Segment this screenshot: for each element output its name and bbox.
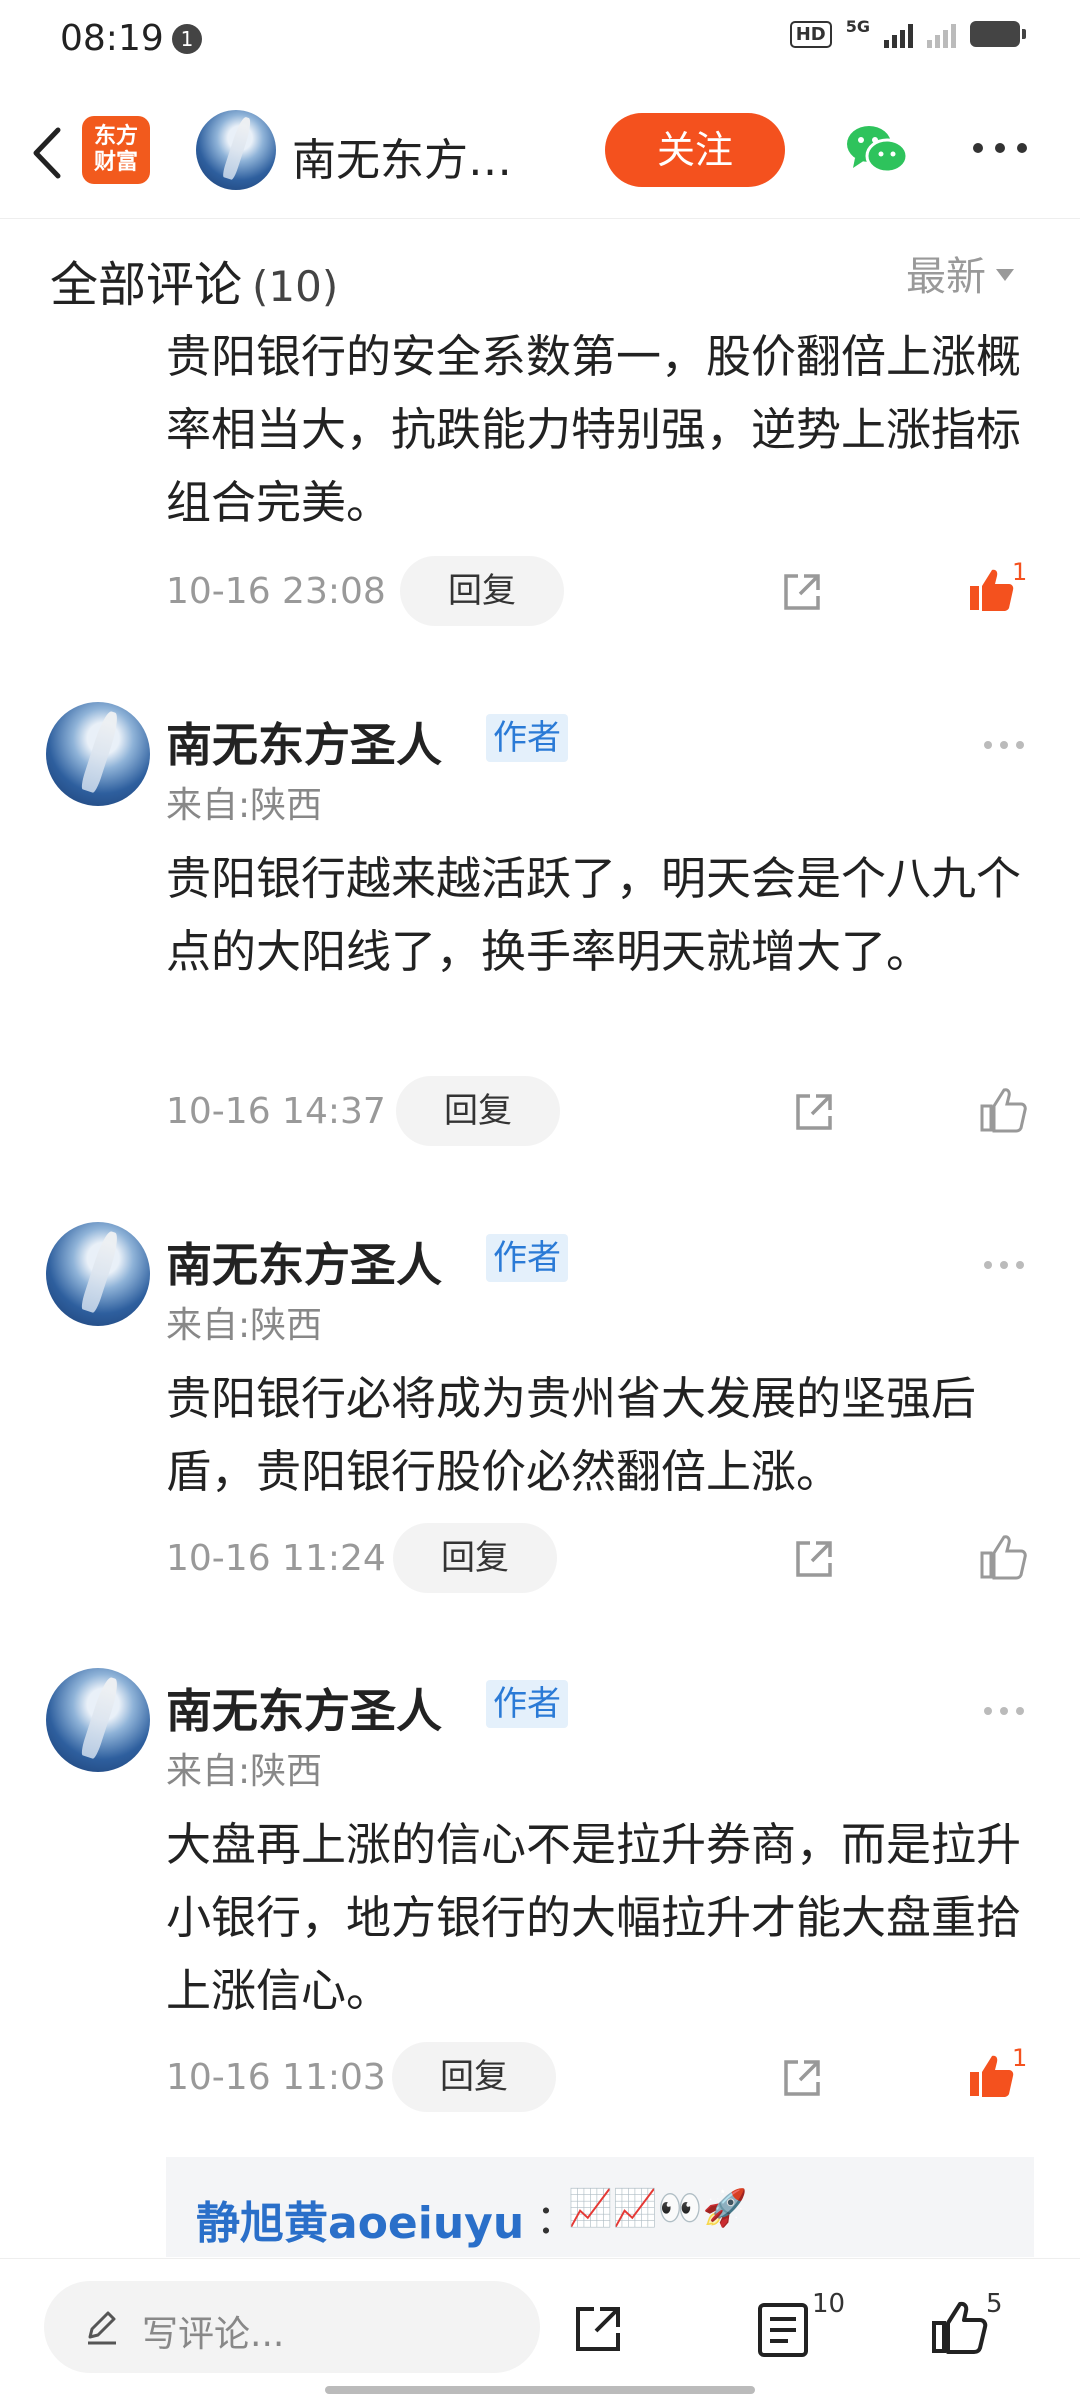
reply-button[interactable]: 回复 [396,1076,560,1146]
commenter-name[interactable]: 南无东方圣人 [166,1675,442,1741]
commenter-location: 来自:陕西 [166,1305,323,1346]
like-count: 1 [1012,558,1028,586]
notification-badge: 1 [172,24,202,54]
caret-down-icon [996,269,1014,281]
sub-reply-username[interactable]: 静旭黄aoeiuyu [196,2187,524,2251]
sub-reply-box[interactable]: 静旭黄aoeiuyu ： 📈📈👀🚀 [166,2157,1034,2257]
share-icon[interactable] [778,568,826,616]
app-logo-line2: 财富 [93,150,138,175]
likes-total-count: 5 [986,2289,1003,2319]
commenter-avatar[interactable] [46,702,150,806]
share-icon[interactable] [790,1088,838,1136]
comment-time: 10-16 11:24 [166,1538,386,1579]
status-bar: 08:19 1 HD 5G [0,0,1080,80]
wechat-icon[interactable] [845,122,909,178]
author-name[interactable]: 南无东方… [292,124,512,188]
share-icon[interactable] [570,2301,626,2357]
bottom-action-bar: 写评论... 10 5 [0,2258,1080,2401]
commenter-avatar[interactable] [46,1222,150,1326]
app-logo[interactable]: 东方 财富 [82,116,150,184]
like-icon[interactable] [978,1086,1028,1136]
commenter-location: 来自:陕西 [166,785,323,826]
like-icon[interactable] [930,2299,988,2357]
author-badge: 作者 [486,1234,568,1282]
sort-dropdown[interactable]: 最新 [906,244,1014,302]
sub-reply-content: 📈📈👀🚀 [568,2188,748,2229]
author-badge: 作者 [486,714,568,762]
comment-content: 贵阳银行的安全系数第一，股价翻倍上涨概率相当大，抗跌能力特别强，逆势上涨指标组合… [166,330,1022,529]
reply-button[interactable]: 回复 [400,556,564,626]
comment-content: 大盘再上涨的信心不是拉升券商，而是拉升小银行，地方银行的大幅拉升才能大盘重拾上涨… [166,1818,1022,2017]
like-icon[interactable] [978,1533,1028,1583]
signal-2-icon [927,20,956,48]
comments-title-text: 全部评论 [50,257,243,313]
comment-content: 贵阳银行必将成为贵州省大发展的坚强后盾，贵阳银行股价必然翻倍上涨。 [166,1372,977,1498]
comments-total-count: 10 [812,2289,846,2319]
like-count: 1 [1012,2044,1028,2072]
commenter-name[interactable]: 南无东方圣人 [166,1229,442,1295]
commenter-location: 来自:陕西 [166,1751,323,1792]
comment-placeholder: 写评论... [142,2314,285,2355]
comment-more-icon[interactable] [984,734,1032,749]
comments-list-icon[interactable] [756,2301,810,2359]
comment-time: 10-16 23:08 [166,571,386,612]
share-icon[interactable] [778,2054,826,2102]
status-icons: HD 5G [789,16,1026,48]
app-logo-line1: 东方 [93,124,138,149]
pen-icon [88,2311,116,2345]
status-time: 08:19 [60,18,164,59]
comment-time: 10-16 11:03 [166,2057,386,2098]
comment-more-icon[interactable] [984,1254,1032,1269]
battery-icon [970,21,1026,47]
reply-button[interactable]: 回复 [393,1523,557,1593]
home-indicator[interactable] [325,2386,755,2394]
follow-button[interactable]: 关注 [605,113,785,187]
author-badge: 作者 [486,1680,568,1728]
signal-icon [884,20,913,48]
write-comment-input[interactable]: 写评论... [44,2281,540,2373]
network-type: 5G [845,16,870,36]
back-arrow-icon[interactable] [22,118,72,188]
hd-icon: HD [789,20,832,48]
comment-time: 10-16 14:37 [166,1091,386,1132]
top-nav-bar: 东方 财富 南无东方… 关注 [0,80,1080,219]
more-options-icon[interactable] [970,136,1030,160]
commenter-name[interactable]: 南无东方圣人 [166,709,442,775]
commenter-avatar[interactable] [46,1668,150,1772]
comments-count: (10) [252,262,339,311]
sort-label: 最新 [906,254,986,300]
share-icon[interactable] [790,1535,838,1583]
reply-button[interactable]: 回复 [392,2042,556,2112]
comment-content: 贵阳银行越来越活跃了，明天会是个八九个点的大阳线了，换手率明天就增大了。 [166,852,1022,978]
like-filled-icon[interactable] [966,2052,1016,2102]
author-avatar[interactable] [196,110,276,190]
comments-section-title: 全部评论 (10) [50,245,338,315]
like-filled-icon[interactable] [966,566,1016,616]
comment-more-icon[interactable] [984,1700,1032,1715]
